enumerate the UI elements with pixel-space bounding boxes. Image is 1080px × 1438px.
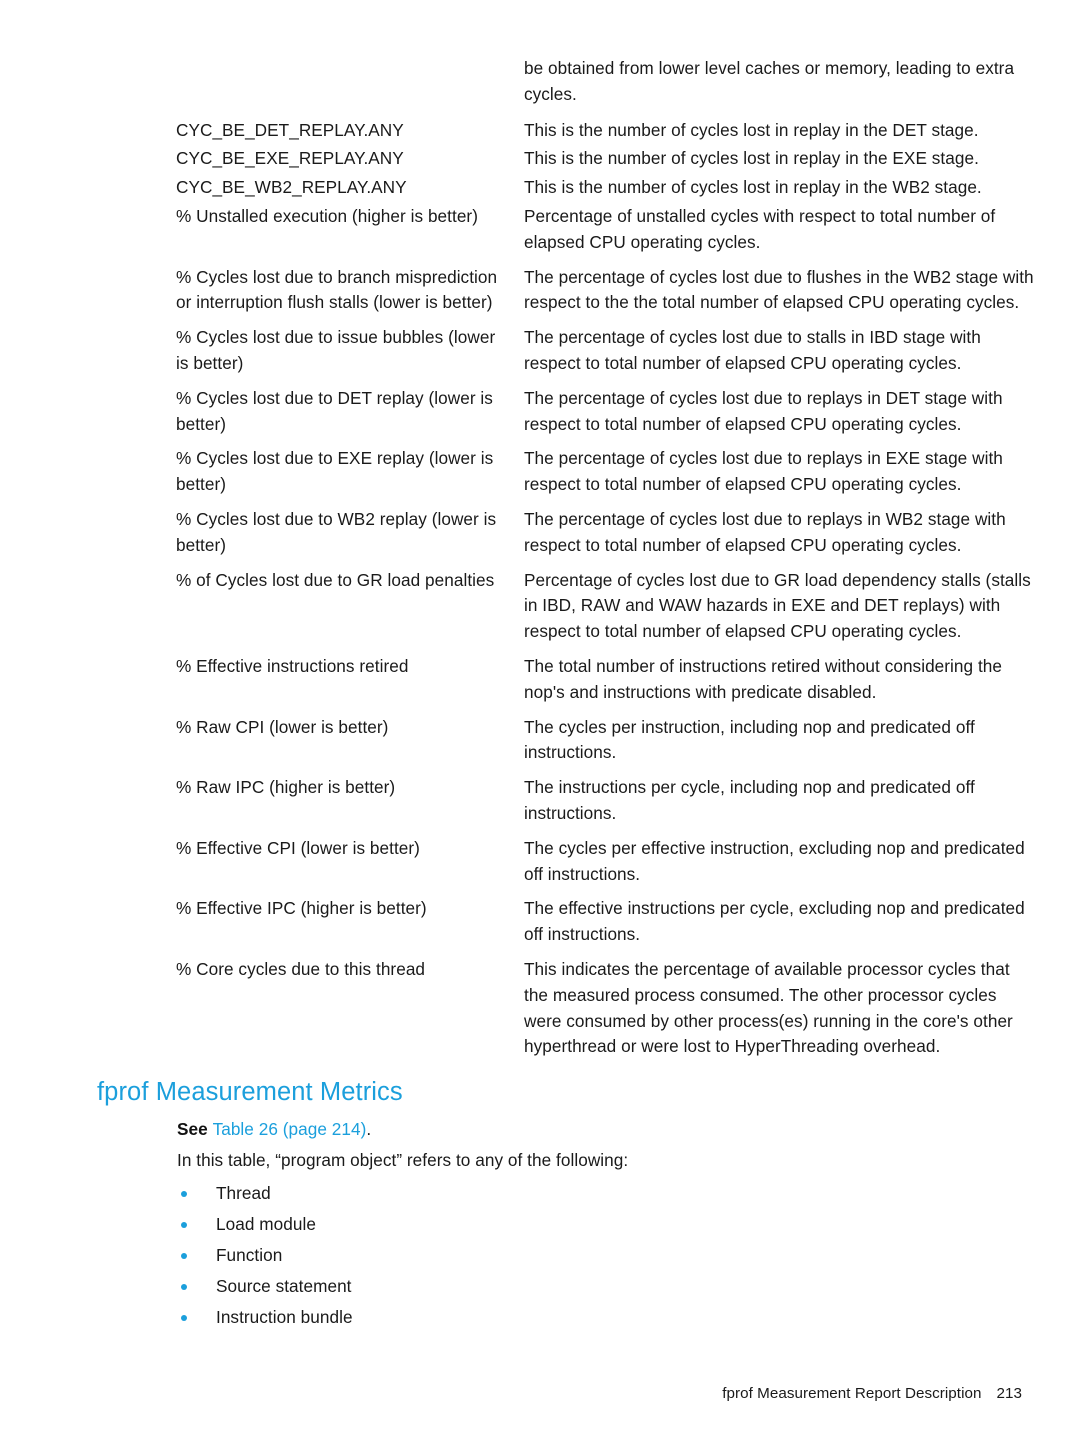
metric-description-cell: The total number of instructions retired… <box>524 655 1003 702</box>
metric-description-cell: The effective instructions per cycle, ex… <box>524 898 1025 945</box>
list-item: Function <box>177 1240 997 1271</box>
metric-term-cell: % Cycles lost due to EXE replay (lower i… <box>176 448 494 495</box>
metric-description-cell: The percentage of cycles lost due to sta… <box>524 327 981 373</box>
see-reference-line: See Table 26 (page 214). <box>177 1114 997 1145</box>
table-row: % Cycles lost due to WB2 replay (lower i… <box>176 507 1036 568</box>
document-page: be obtained from lower level caches or m… <box>0 0 1080 1438</box>
bullet-dot-icon <box>181 1222 187 1228</box>
bullet-dot-icon <box>181 1315 187 1321</box>
metric-description-cell: be obtained from lower level caches or m… <box>524 58 1015 104</box>
list-item-label: Instruction bundle <box>216 1307 353 1327</box>
table-row: % Raw IPC (higher is better) The instruct… <box>176 775 1036 836</box>
table-row: % Effective IPC (higher is better) The ef… <box>176 896 1036 957</box>
footer-page-number: 213 <box>996 1385 1022 1402</box>
metric-description-cell: This is the number of cycles lost in rep… <box>524 177 982 198</box>
bullet-dot-icon <box>181 1253 187 1259</box>
list-item: Thread <box>177 1178 997 1209</box>
list-item-label: Function <box>216 1245 283 1265</box>
table-row: CYC_BE_DET_REPLAY.ANY This is the number … <box>176 118 1036 147</box>
table-row: % Cycles lost due to EXE replay (lower i… <box>176 446 1036 507</box>
list-item-label: Load module <box>216 1214 316 1234</box>
section-body: See Table 26 (page 214). In this table, … <box>177 1114 997 1333</box>
metric-term-cell: % Unstalled execution (higher is better) <box>176 205 478 226</box>
page-title: fprof Measurement Metrics <box>97 1078 403 1106</box>
see-label: See <box>177 1119 208 1139</box>
metric-term-cell: CYC_BE_EXE_REPLAY.ANY <box>176 148 404 169</box>
metric-description-cell: This is the number of cycles lost in rep… <box>524 119 979 140</box>
list-item: Load module <box>177 1209 997 1240</box>
metric-term-cell <box>176 56 524 118</box>
table-row: % Cycles lost due to issue bubbles (lowe… <box>176 325 1036 386</box>
metric-term-cell: % Cycles lost due to branch mispredictio… <box>176 266 498 313</box>
list-item: Source statement <box>177 1271 997 1302</box>
metric-description-cell: The cycles per instruction, including no… <box>524 716 975 763</box>
bullet-dot-icon <box>181 1284 187 1290</box>
table-row: % Cycles lost due to branch mispredictio… <box>176 265 1036 326</box>
metric-term-cell: % Effective IPC (higher is better) <box>176 898 427 919</box>
metric-description-cell: Percentage of unstalled cycles with resp… <box>524 205 996 252</box>
metric-description-cell: The instructions per cycle, including no… <box>524 777 975 823</box>
metric-term-cell: % Cycles lost due to issue bubbles (lowe… <box>176 327 496 373</box>
table-row: % Cycles lost due to DET replay (lower i… <box>176 386 1036 447</box>
metrics-table-body: be obtained from lower level caches or m… <box>176 56 1036 1069</box>
metric-term-cell: CYC_BE_DET_REPLAY.ANY <box>176 119 404 140</box>
metric-description-cell: The percentage of cycles lost due to rep… <box>524 508 1006 555</box>
metric-description-cell: This is the number of cycles lost in rep… <box>524 148 979 169</box>
metric-term-cell: % Raw CPI (lower is better) <box>176 716 389 737</box>
footer-title: fprof Measurement Report Description <box>722 1385 982 1402</box>
metric-term-cell: % Cycles lost due to DET replay (lower i… <box>176 387 493 434</box>
metric-description-cell: This indicates the percentage of availab… <box>524 958 1013 1057</box>
table-26-cross-reference-link[interactable]: Table 26 (page 214) <box>213 1119 367 1139</box>
table-row: CYC_BE_WB2_REPLAY.ANY This is the number … <box>176 175 1036 204</box>
metric-description-cell: The percentage of cycles lost due to rep… <box>524 387 1003 434</box>
table-row: % of Cycles lost due to GR load penaltie… <box>176 568 1036 654</box>
metric-term-cell: % Raw IPC (higher is better) <box>176 777 396 798</box>
page-footer: fprof Measurement Report Description 213 <box>0 1384 1022 1404</box>
metric-term-cell: % Effective instructions retired <box>176 655 409 676</box>
metric-description-cell: Percentage of cycles lost due to GR load… <box>524 569 1031 642</box>
list-item: Instruction bundle <box>177 1302 997 1333</box>
metric-term-cell: % Cycles lost due to WB2 replay (lower i… <box>176 508 497 555</box>
metric-term-cell: % Core cycles due to this thread <box>176 958 426 979</box>
metrics-definition-table: be obtained from lower level caches or m… <box>176 56 1036 1069</box>
metric-term-cell: % Effective CPI (lower is better) <box>176 837 420 858</box>
program-object-list: Thread Load module Function Source statemen… <box>177 1178 997 1333</box>
metric-description-cell: The percentage of cycles lost due to flu… <box>524 266 1034 313</box>
table-row: CYC_BE_EXE_REPLAY.ANY This is the number … <box>176 146 1036 175</box>
bullet-dot-icon <box>181 1191 187 1197</box>
table-row: % Unstalled execution (higher is better)… <box>176 204 1036 265</box>
table-row: be obtained from lower level caches or m… <box>176 56 1036 118</box>
program-object-intro: In this table, “program object” refers t… <box>177 1150 629 1170</box>
metric-term-cell: % of Cycles lost due to GR load penaltie… <box>176 569 495 590</box>
metric-description-cell: The cycles per effective instruction, ex… <box>524 837 1025 884</box>
metric-term-cell: CYC_BE_WB2_REPLAY.ANY <box>176 177 407 198</box>
see-reference-period: . <box>366 1119 372 1139</box>
list-item-label: Source statement <box>216 1276 352 1296</box>
table-row: % Core cycles due to this thread This ind… <box>176 957 1036 1069</box>
list-item-label: Thread <box>216 1183 271 1203</box>
table-row: % Effective instructions retired The tota… <box>176 654 1036 715</box>
metric-description-cell: The percentage of cycles lost due to rep… <box>524 448 1003 495</box>
table-row: % Effective CPI (lower is better) The cyc… <box>176 836 1036 897</box>
table-row: % Raw CPI (lower is better) The cycles pe… <box>176 715 1036 776</box>
